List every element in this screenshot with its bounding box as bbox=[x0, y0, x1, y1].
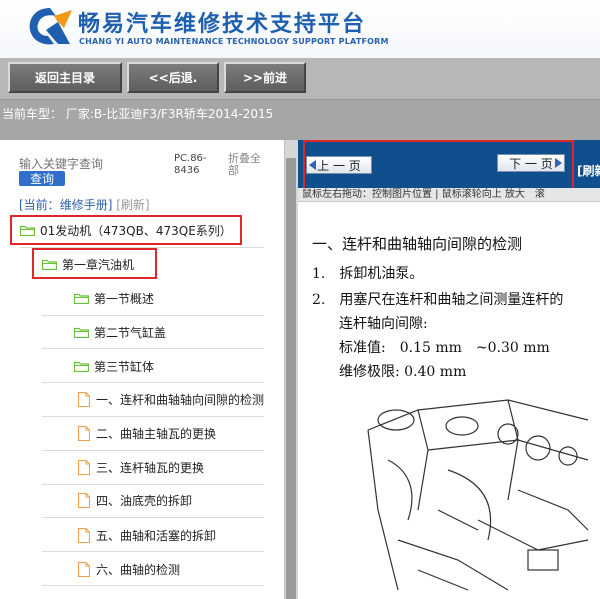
tree-item-doc3[interactable]: 三、连杆轴瓦的更换 bbox=[78, 457, 204, 477]
highlight-box-page-nav bbox=[303, 140, 574, 191]
highlight-box-chapter bbox=[32, 248, 157, 279]
document-icon bbox=[78, 527, 90, 543]
tree-item-label: 四、油底壳的拆卸 bbox=[96, 493, 193, 508]
doc-service-limit: 维修极限: 0.40 mm bbox=[339, 364, 467, 380]
document-icon bbox=[78, 425, 90, 441]
engine-diagram bbox=[367, 399, 589, 591]
tree-item-section1[interactable]: 第一节概述 bbox=[74, 288, 154, 308]
tree-item-label: 第一节概述 bbox=[94, 291, 155, 306]
tree-item-doc4[interactable]: 四、油底壳的拆卸 bbox=[78, 490, 192, 510]
catalog-tree-pane: 查询 PC.86-8436 折叠全部 [当前：维修手册] [刷新] 01发动机（… bbox=[0, 140, 284, 599]
back-button[interactable]: <<后退. bbox=[127, 62, 219, 93]
toolbar: 返回主目录 <<后退. >>前进 bbox=[0, 58, 600, 100]
logo-icon bbox=[29, 8, 72, 45]
tree-item-doc5[interactable]: 五、曲轴和活塞的拆卸 bbox=[78, 525, 216, 545]
document-icon bbox=[78, 391, 90, 407]
app-title: 畅易汽车维修技术支持平台 bbox=[78, 12, 367, 37]
row-divider bbox=[42, 315, 264, 316]
row-divider bbox=[42, 484, 264, 485]
doc-heading: 一、连杆和曲轴轴向间隙的检测 bbox=[312, 235, 523, 253]
tree-item-section3[interactable]: 第三节缸体 bbox=[74, 356, 154, 376]
tree-item-doc6[interactable]: 六、曲轴的检测 bbox=[78, 559, 180, 579]
search-button[interactable]: 查询 bbox=[19, 171, 65, 186]
document-viewer: 上 一 页 下 一 页 [刷新 鼠标左右拖动：控制图片位置 | 鼠标滚轮向上 放… bbox=[298, 140, 600, 599]
collapse-all-link[interactable]: 折叠全部 bbox=[228, 153, 268, 177]
refresh-link[interactable]: [刷新] bbox=[116, 198, 149, 212]
current-location: [当前：维修手册] [刷新] bbox=[19, 198, 150, 212]
doc-step-1: 1. 拆卸机油泵。 bbox=[312, 266, 424, 282]
doc-step-2: 2. 用塞尺在连杆和曲轴之间测量连杆的 bbox=[312, 292, 564, 308]
current-car-model: 当前车型： 厂家:B-比亚迪F3/F3R轿车2014-2015 bbox=[2, 107, 274, 121]
row-divider bbox=[42, 551, 264, 552]
document-icon bbox=[78, 459, 90, 475]
document-icon bbox=[78, 492, 90, 508]
forward-button[interactable]: >>前进 bbox=[224, 62, 306, 93]
tree-item-label: 五、曲轴和活塞的拆卸 bbox=[96, 528, 217, 543]
document-icon bbox=[78, 561, 90, 577]
tree-item-label: 一、连杆和曲轴轴向间隙的检测 bbox=[96, 392, 265, 407]
tree-item-label: 六、曲轴的检测 bbox=[96, 562, 181, 577]
row-divider bbox=[42, 348, 264, 349]
folder-icon bbox=[74, 361, 89, 372]
folder-icon bbox=[74, 327, 89, 338]
highlight-box-engine bbox=[10, 215, 242, 245]
viewer-refresh-link[interactable]: [刷新 bbox=[577, 162, 600, 179]
row-divider bbox=[42, 416, 264, 417]
tree-item-doc2[interactable]: 二、曲轴主轴瓦的更换 bbox=[78, 423, 216, 443]
app-header: 畅易汽车维修技术支持平台 CHANG YI AUTO MAINTENANCE T… bbox=[0, 0, 600, 58]
home-button[interactable]: 返回主目录 bbox=[8, 62, 122, 93]
tree-item-doc1[interactable]: 一、连杆和曲轴轴向间隙的检测 bbox=[78, 389, 264, 409]
pc-code: PC.86-8436 bbox=[174, 153, 207, 176]
viewer-hint: 鼠标左右拖动：控制图片位置 | 鼠标滚轮向上 放大 滚 bbox=[298, 188, 600, 202]
current-manual-link[interactable]: 维修手册 bbox=[60, 198, 108, 212]
car-model-bar: 当前车型： 厂家:B-比亚迪F3/F3R轿车2014-2015 bbox=[0, 100, 600, 140]
app-subtitle: CHANG YI AUTO MAINTENANCE TECHNOLOGY SUP… bbox=[79, 37, 389, 46]
row-divider bbox=[42, 517, 264, 518]
doc-step-2-cont: 连杆轴向间隙: bbox=[339, 316, 428, 332]
tree-scrollbar-thumb[interactable] bbox=[286, 158, 296, 599]
tree-item-label: 第三节缸体 bbox=[94, 359, 155, 374]
row-divider bbox=[42, 450, 264, 451]
tree-item-label: 二、曲轴主轴瓦的更换 bbox=[96, 426, 217, 441]
tree-item-label: 第二节气缸盖 bbox=[94, 325, 167, 340]
tree-item-section2[interactable]: 第二节气缸盖 bbox=[74, 322, 166, 342]
doc-standard-value: 标准值: 0.15 mm ~0.30 mm bbox=[339, 340, 550, 356]
row-divider bbox=[42, 585, 264, 586]
row-divider bbox=[42, 382, 264, 383]
folder-icon bbox=[74, 293, 89, 304]
row-divider bbox=[20, 247, 264, 248]
tree-item-label: 三、连杆轴瓦的更换 bbox=[96, 460, 205, 475]
